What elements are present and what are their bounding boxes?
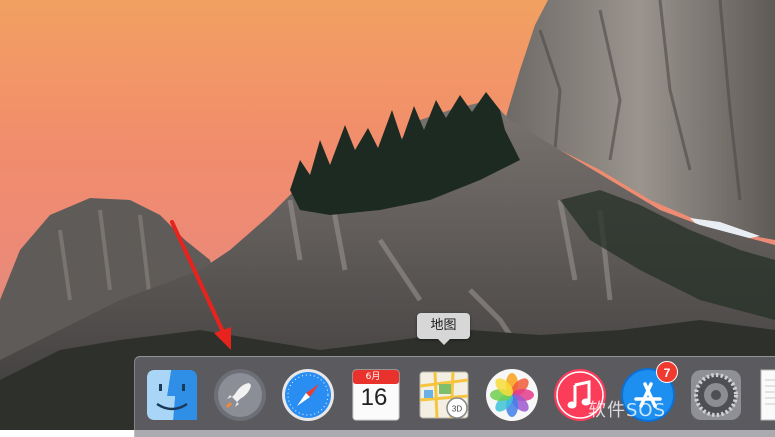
svg-text:3D: 3D <box>452 405 462 414</box>
dock-item-safari[interactable] <box>279 366 337 424</box>
dock: 6月 16 3D <box>134 356 775 437</box>
dock-item-calendar[interactable]: 6月 16 <box>347 366 405 424</box>
gear-icon <box>691 370 741 420</box>
maps-icon: 3D <box>419 371 469 419</box>
launchpad-icon <box>214 369 266 421</box>
app-store-badge: 7 <box>656 361 678 383</box>
photos-icon <box>486 369 538 421</box>
calendar-day: 16 <box>360 384 388 411</box>
dock-item-finder[interactable] <box>143 366 201 424</box>
dock-item-photos[interactable] <box>483 366 541 424</box>
dock-item-maps[interactable]: 3D <box>415 366 473 424</box>
dock-tooltip: 地图 <box>417 313 470 345</box>
dock-item-textedit[interactable] <box>755 366 775 424</box>
calendar-month: 6月 <box>365 372 381 382</box>
watermark: 软件SOS <box>588 400 667 421</box>
textedit-icon <box>760 369 775 421</box>
safari-icon <box>282 369 334 421</box>
dock-item-launchpad[interactable] <box>211 366 269 424</box>
dock-item-system-preferences[interactable] <box>687 366 745 424</box>
finder-icon <box>147 370 197 420</box>
